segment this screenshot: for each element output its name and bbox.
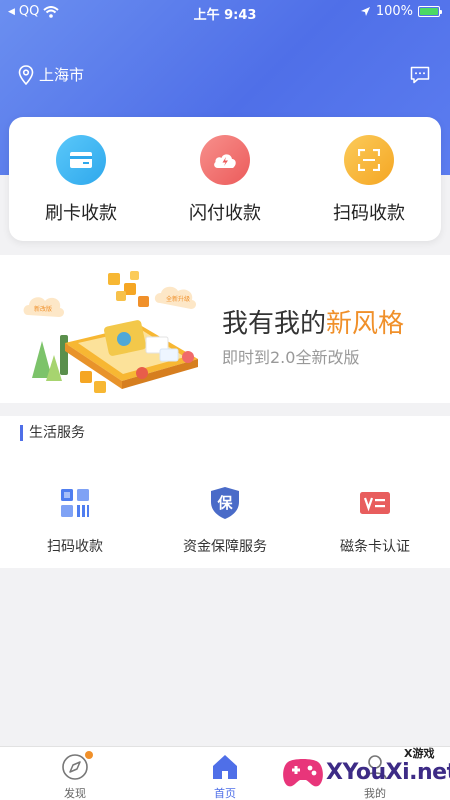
compass-icon: [60, 751, 93, 782]
tab-label: 发现: [64, 787, 86, 800]
quick-action-flash-pay[interactable]: 闪付收款: [153, 135, 297, 225]
cloud-flash-icon: [200, 135, 250, 185]
card-icon: [56, 135, 106, 185]
quick-action-label: 闪付收款: [189, 203, 261, 224]
qr-grid-icon: [61, 489, 89, 517]
message-icon: [410, 66, 430, 84]
tab-discover[interactable]: 发现: [0, 751, 150, 800]
quick-action-scan-pay[interactable]: 扫码收款: [297, 135, 441, 225]
service-label: 扫码收款: [47, 539, 103, 555]
scan-icon: [344, 135, 394, 185]
gamepad-logo-icon: [283, 759, 323, 787]
status-bar: ◀ QQ 上午 9:43 100%: [0, 0, 450, 24]
service-label: 磁条卡认证: [340, 539, 410, 555]
shield-glyph: 保: [216, 494, 233, 512]
navigation-arrow-icon: [360, 7, 370, 16]
quick-action-label: 扫码收款: [333, 203, 405, 224]
banner-title: 我有我的新风格: [222, 303, 404, 340]
service-magstripe-verify[interactable]: 磁条卡认证: [300, 486, 450, 556]
battery-percent: 100%: [375, 4, 413, 19]
promo-banner[interactable]: 新改版 全新升级 我有我的新风格 即时到2.0全新改版: [0, 255, 450, 403]
banner-art-label: 新改版: [34, 305, 52, 313]
life-services-section: 生活服务 扫码收款 保 资金保障服务 磁条卡认证: [0, 416, 450, 568]
quick-action-card-payment[interactable]: 刷卡收款: [9, 135, 153, 225]
service-scan-pay[interactable]: 扫码收款: [0, 486, 150, 556]
banner-art-label: 全新升级: [166, 295, 190, 303]
banner-title-prefix: 我有我的: [222, 309, 327, 339]
battery-level: [420, 8, 438, 15]
banner-subtitle: 即时到2.0全新改版: [222, 348, 360, 367]
quick-actions-card: 刷卡收款 闪付收款 扫码收款: [9, 117, 441, 241]
watermark-small-text: X游戏: [404, 747, 435, 760]
watermark-brand: XYouXi.net: [326, 760, 450, 785]
watermark: X游戏 XYouXi.net: [276, 742, 450, 800]
card-verify-icon: [360, 492, 390, 514]
banner-illustration: 新改版 全新升级: [23, 271, 198, 393]
city-selector[interactable]: 上海市: [18, 64, 84, 85]
quick-action-label: 刷卡收款: [45, 203, 117, 224]
banner-title-highlight: 新风格: [326, 309, 405, 339]
location-pin-icon: [18, 64, 34, 85]
city-label: 上海市: [39, 66, 85, 84]
message-button[interactable]: [410, 66, 430, 84]
battery-icon: [418, 6, 442, 17]
notification-dot: [85, 751, 93, 759]
section-title: 生活服务: [20, 425, 85, 441]
home-icon: [210, 752, 240, 782]
shield-bao-icon: 保: [211, 487, 239, 519]
service-label: 资金保障服务: [183, 539, 267, 555]
service-fund-protection[interactable]: 保 资金保障服务: [150, 486, 300, 556]
